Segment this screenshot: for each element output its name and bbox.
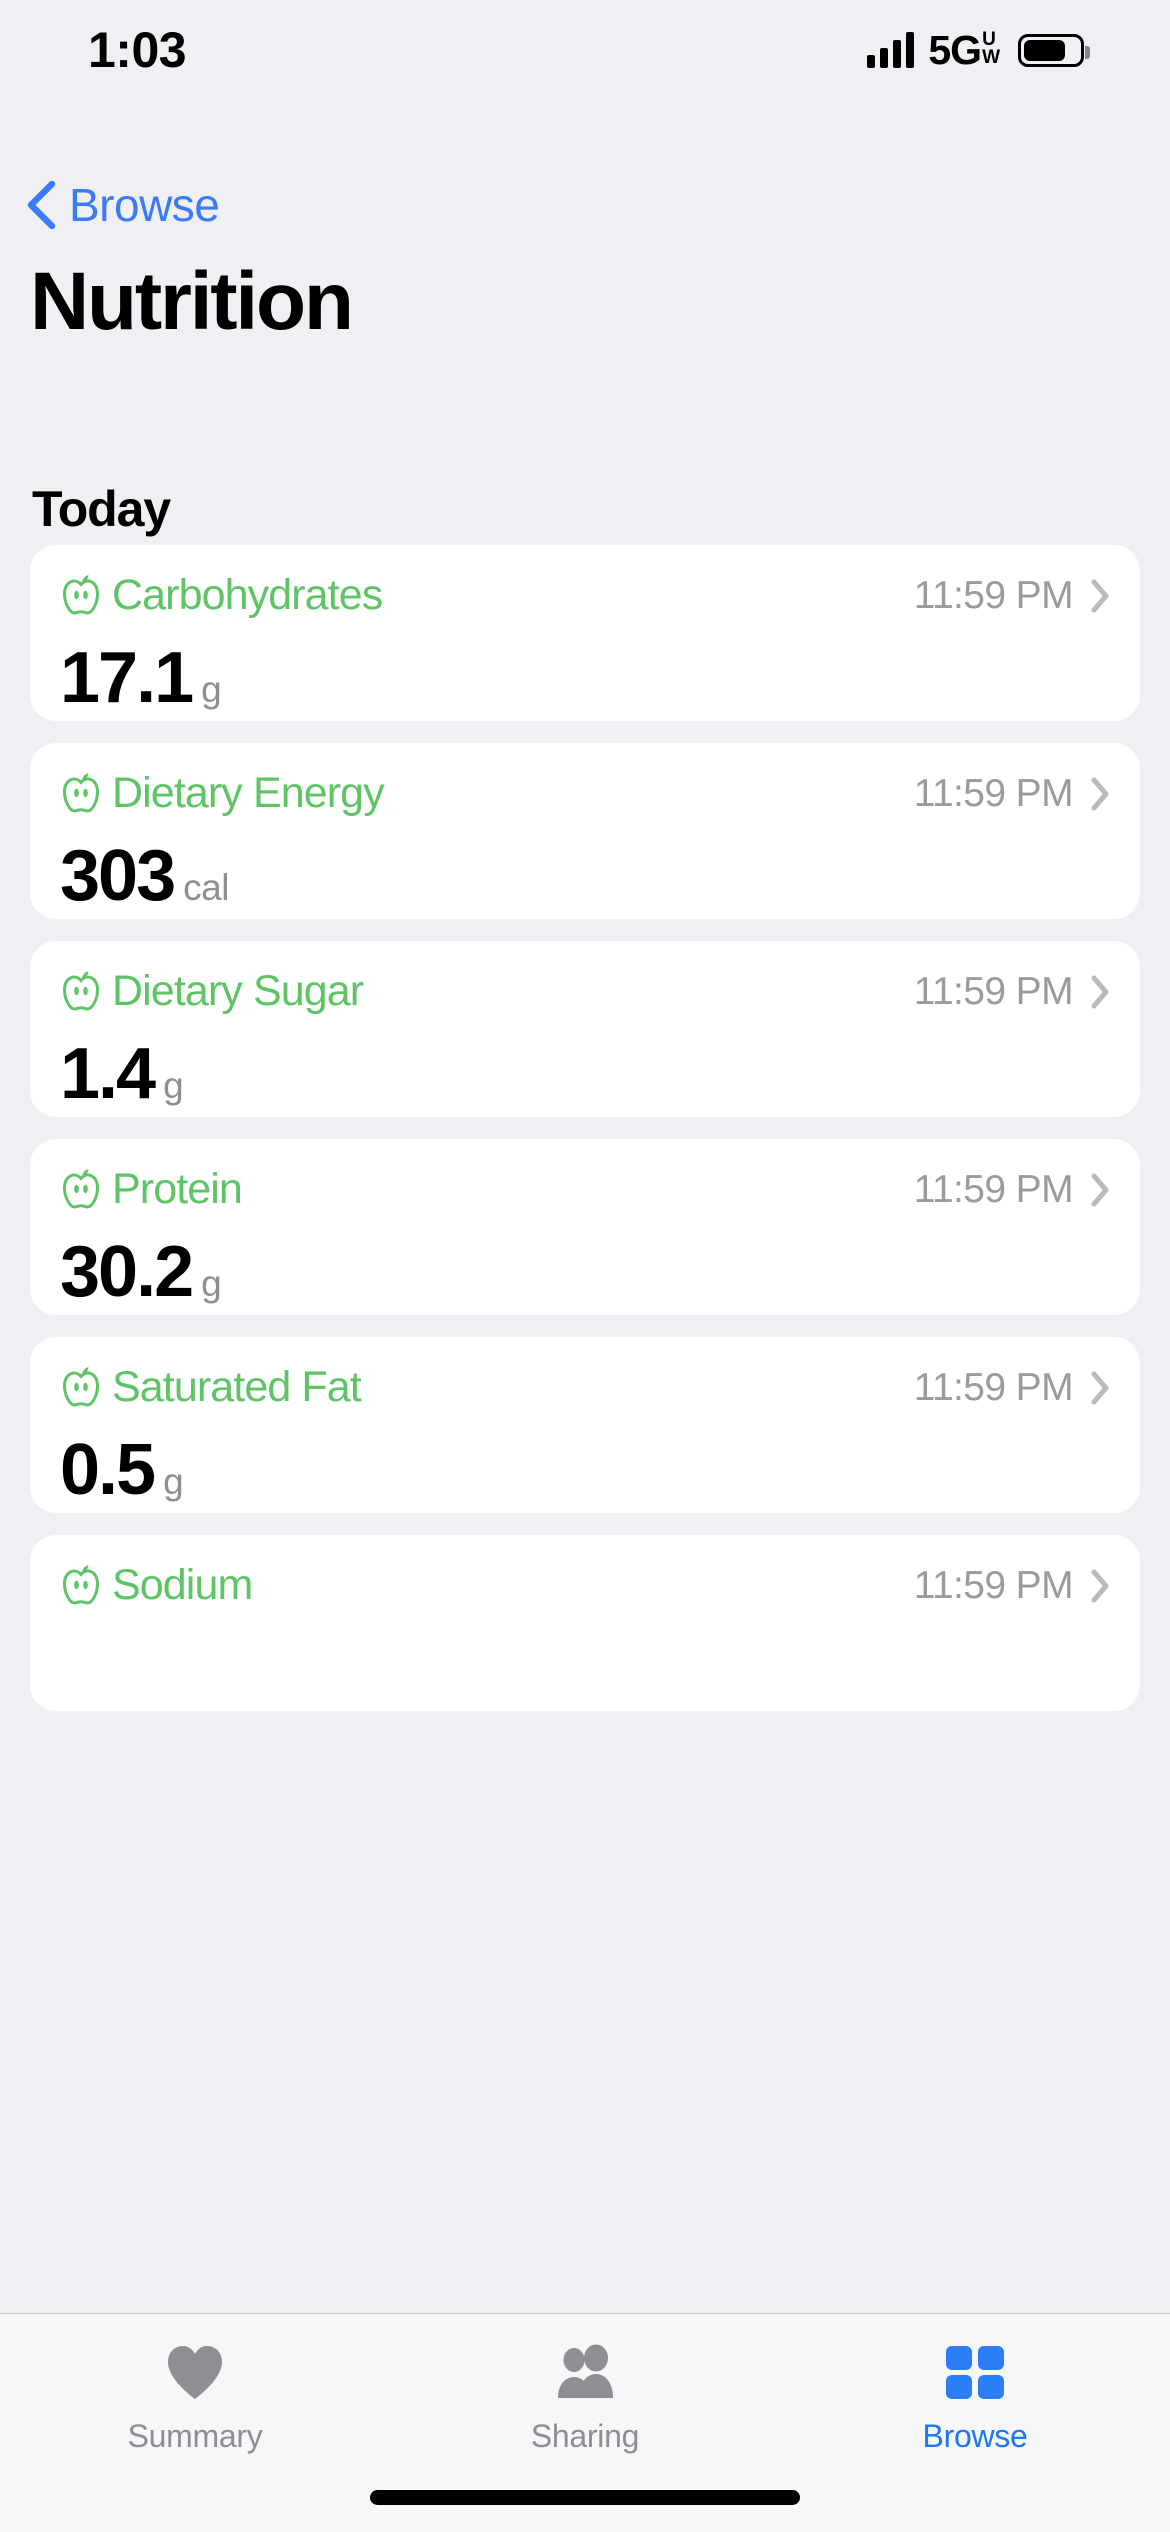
metric-timestamp: 11:59 PM (914, 772, 1073, 816)
card-header-right: 11:59 PM (914, 574, 1110, 618)
metric-value: 1.4 (60, 1038, 154, 1110)
page-title: Nutrition (30, 255, 352, 349)
card-header-right: 11:59 PM (914, 772, 1110, 816)
metric-name: Carbohydrates (112, 571, 382, 620)
cellular-signal-icon (867, 32, 914, 68)
chevron-right-icon[interactable] (1091, 975, 1110, 1009)
metric-name: Protein (112, 1165, 242, 1214)
grid-icon (942, 2342, 1008, 2404)
card-header: Sodium 11:59 PM (60, 1561, 1110, 1610)
nutrition-card-list[interactable]: Carbohydrates 11:59 PM 17.1 g (0, 545, 1170, 2315)
metric-unit: g (201, 1263, 221, 1305)
card-header-left: Saturated Fat (60, 1363, 361, 1412)
metric-timestamp: 11:59 PM (914, 1168, 1073, 1212)
chevron-right-icon[interactable] (1091, 1173, 1110, 1207)
card-header-left: Dietary Sugar (60, 967, 363, 1016)
metric-unit: cal (183, 867, 229, 909)
nutrition-card[interactable]: Dietary Sugar 11:59 PM 1.4 g (30, 941, 1140, 1117)
metric-timestamp: 11:59 PM (914, 1366, 1073, 1410)
nutrition-card[interactable]: Dietary Energy 11:59 PM 303 cal (30, 743, 1140, 919)
card-header-right: 11:59 PM (914, 1366, 1110, 1410)
nutrition-card[interactable]: Sodium 11:59 PM (30, 1535, 1140, 1711)
card-header-left: Carbohydrates (60, 571, 382, 620)
card-header-left: Sodium (60, 1561, 252, 1610)
apple-icon (60, 1563, 102, 1609)
card-value: 17.1 g (60, 642, 1110, 714)
metric-unit: g (163, 1065, 183, 1107)
metric-value: 17.1 (60, 642, 192, 714)
chevron-right-icon[interactable] (1091, 579, 1110, 613)
network-type-indicator: 5G U W (928, 27, 999, 74)
status-bar-time: 1:03 (88, 21, 186, 79)
tab-label-sharing: Sharing (531, 2418, 639, 2455)
heart-icon (164, 2342, 226, 2404)
card-header-right: 11:59 PM (914, 1564, 1110, 1608)
tab-summary[interactable]: Summary (0, 2342, 390, 2455)
card-header: Dietary Sugar 11:59 PM (60, 967, 1110, 1016)
back-button-label: Browse (69, 178, 219, 232)
apple-icon (60, 969, 102, 1015)
apple-icon (60, 573, 102, 619)
tab-label-summary: Summary (128, 2418, 263, 2455)
card-header: Carbohydrates 11:59 PM (60, 571, 1110, 620)
metric-name: Dietary Sugar (112, 967, 363, 1016)
status-bar: 1:03 5G U W (0, 0, 1170, 100)
chevron-right-icon[interactable] (1091, 1569, 1110, 1603)
nutrition-card[interactable]: Carbohydrates 11:59 PM 17.1 g (30, 545, 1140, 721)
card-header-left: Dietary Energy (60, 769, 384, 818)
apple-icon (60, 1365, 102, 1411)
apple-icon (60, 1167, 102, 1213)
apple-icon (60, 771, 102, 817)
metric-timestamp: 11:59 PM (914, 970, 1073, 1014)
card-header-right: 11:59 PM (914, 970, 1110, 1014)
tab-label-browse: Browse (923, 2418, 1028, 2455)
section-header-today: Today (32, 480, 170, 538)
tab-sharing[interactable]: Sharing (390, 2342, 780, 2455)
card-value: 303 cal (60, 840, 1110, 912)
people-icon (551, 2342, 619, 2404)
status-bar-indicators: 5G U W (867, 27, 1084, 74)
metric-name: Dietary Energy (112, 769, 384, 818)
metric-timestamp: 11:59 PM (914, 1564, 1073, 1608)
chevron-right-icon[interactable] (1091, 1371, 1110, 1405)
metric-name: Saturated Fat (112, 1363, 361, 1412)
nutrition-card[interactable]: Saturated Fat 11:59 PM 0.5 g (30, 1337, 1140, 1513)
phone-screen: 1:03 5G U W Browse Nutrition Today (0, 0, 1170, 2532)
card-value: 1.4 g (60, 1038, 1110, 1110)
network-band-bottom: W (982, 49, 999, 67)
battery-icon (1018, 34, 1084, 67)
metric-value: 303 (60, 840, 174, 912)
metric-value: 0.5 (60, 1434, 154, 1506)
home-indicator[interactable] (370, 2490, 800, 2505)
card-header: Saturated Fat 11:59 PM (60, 1363, 1110, 1412)
metric-value: 30.2 (60, 1236, 192, 1308)
network-type-label: 5G (928, 27, 981, 74)
network-band-label: U W (982, 31, 999, 67)
chevron-right-icon[interactable] (1091, 777, 1110, 811)
metric-timestamp: 11:59 PM (914, 574, 1073, 618)
tab-bar: Summary Sharing (0, 2313, 1170, 2532)
nutrition-card[interactable]: Protein 11:59 PM 30.2 g (30, 1139, 1140, 1315)
metric-unit: g (201, 669, 221, 711)
tab-browse[interactable]: Browse (780, 2342, 1170, 2455)
metric-name: Sodium (112, 1561, 252, 1610)
card-header: Dietary Energy 11:59 PM (60, 769, 1110, 818)
chevron-left-icon (26, 181, 56, 229)
metric-unit: g (163, 1461, 183, 1503)
back-button[interactable]: Browse (26, 178, 219, 232)
card-header: Protein 11:59 PM (60, 1165, 1110, 1214)
card-header-right: 11:59 PM (914, 1168, 1110, 1212)
card-value: 0.5 g (60, 1434, 1110, 1506)
card-header-left: Protein (60, 1165, 242, 1214)
card-value: 30.2 g (60, 1236, 1110, 1308)
